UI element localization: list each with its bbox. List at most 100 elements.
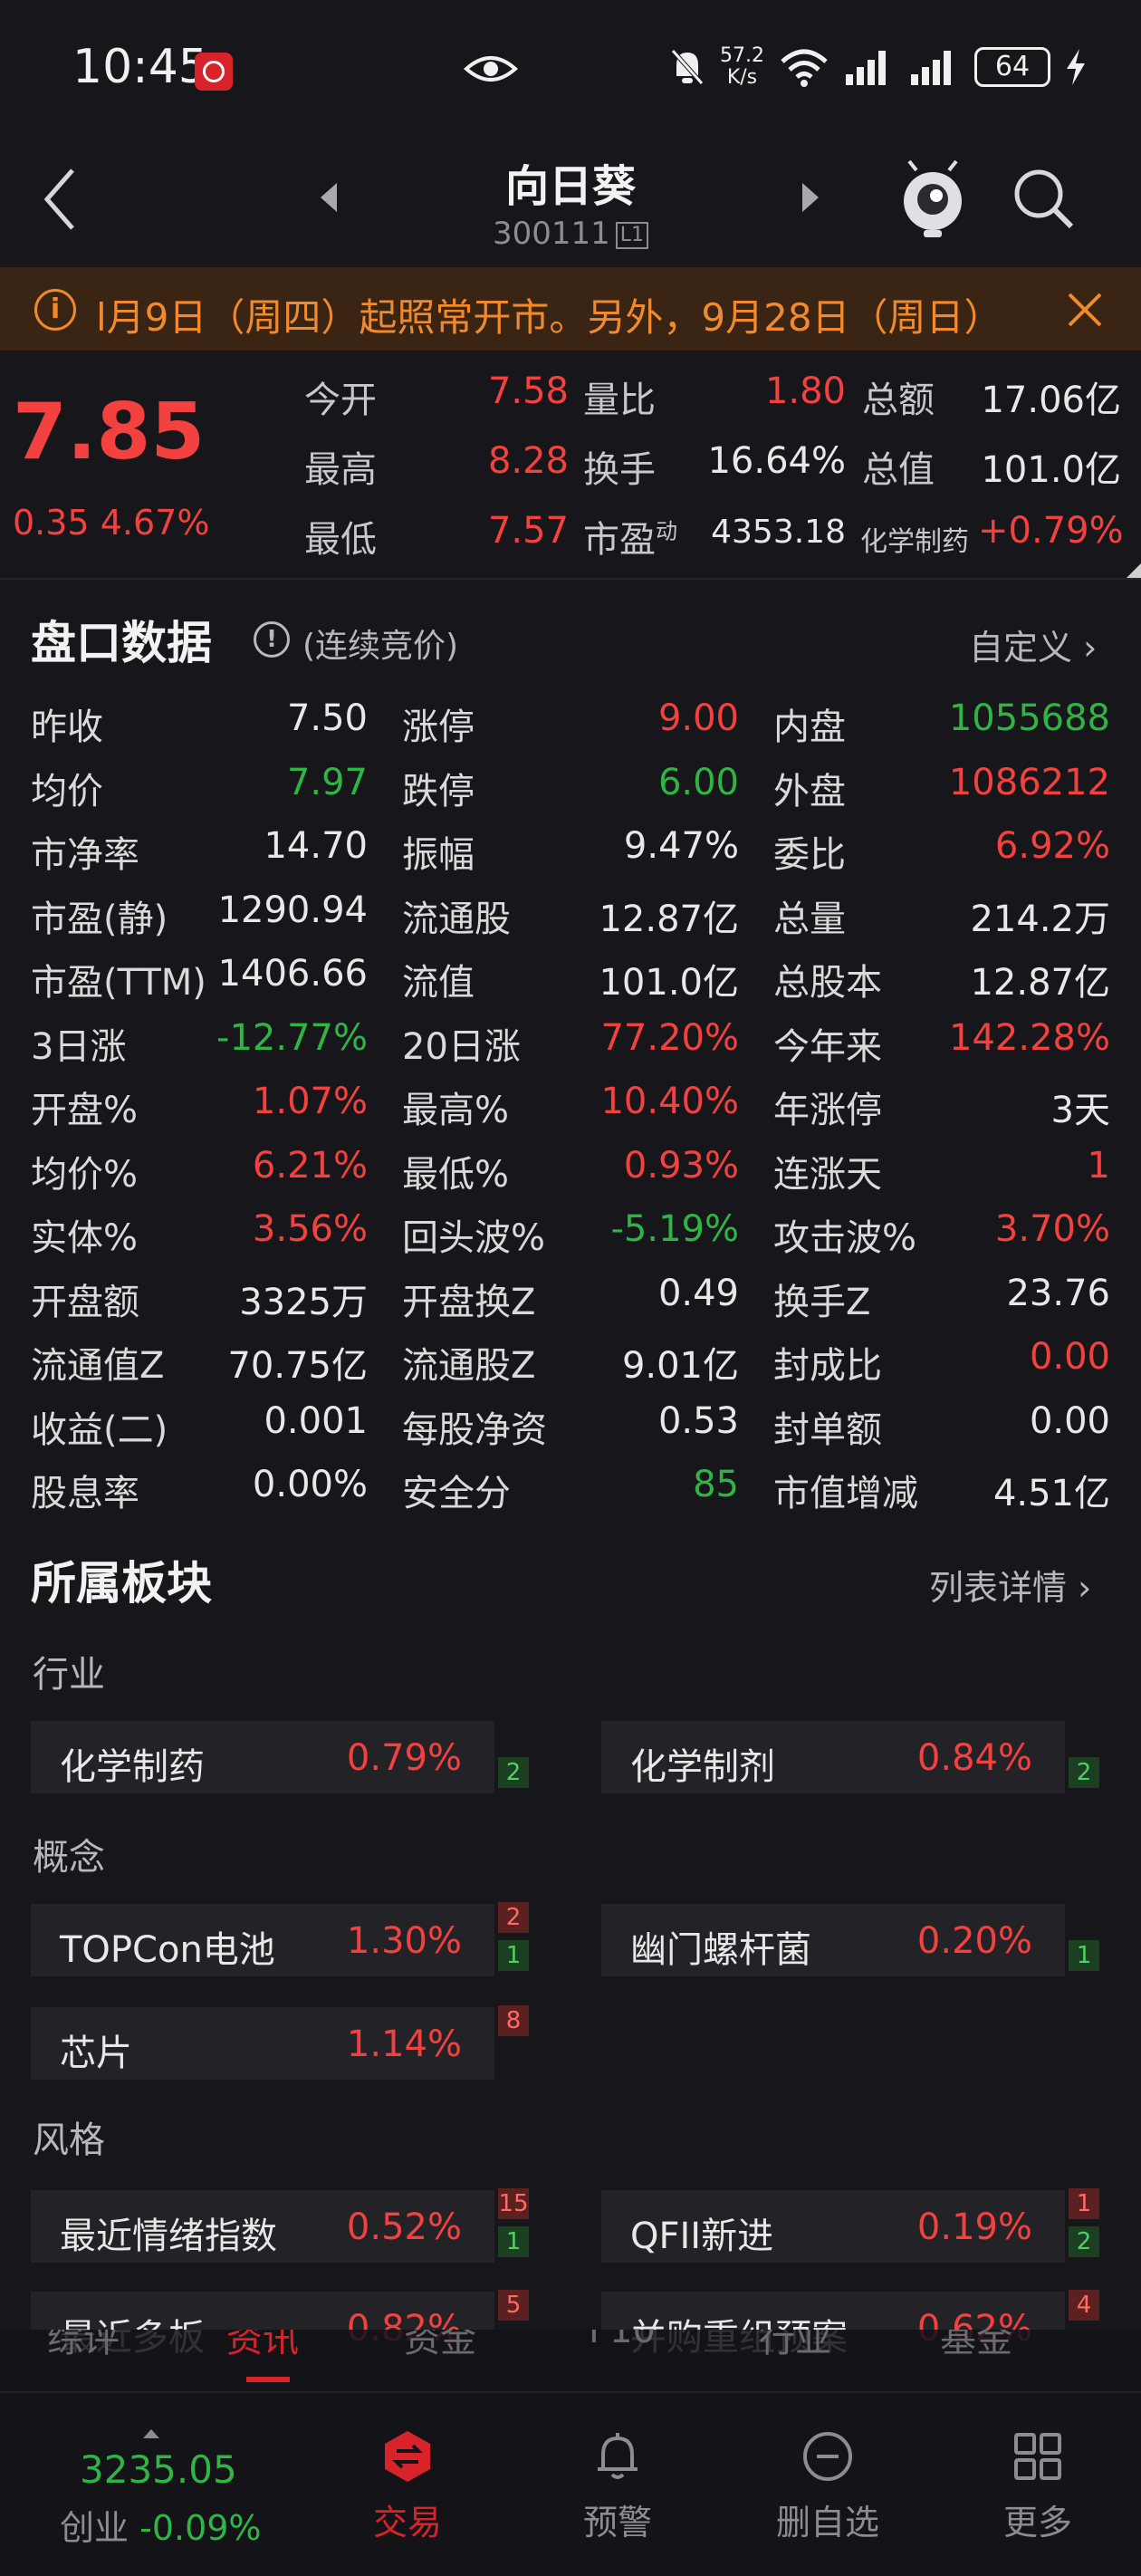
limit-up-count-badge: 15	[498, 2188, 529, 2219]
metric-label: 20日涨	[402, 1025, 521, 1068]
bell-icon	[598, 2433, 638, 2479]
metric-value: 3.56%	[252, 1208, 368, 1250]
level-tag: L1	[615, 221, 649, 249]
metric-value: 6.00	[657, 761, 739, 803]
metric-value: 0.001	[264, 1399, 368, 1442]
metric-label: 连涨天	[773, 1153, 882, 1196]
metric-label: 开盘%	[31, 1090, 139, 1131]
section-title: 盘口数据	[31, 617, 212, 669]
sector-chip[interactable]: 幽门螺杆菌 0.20%	[601, 1904, 1065, 1976]
index-name[interactable]: 创业 -0.09%	[60, 2500, 262, 2550]
quote-value: 8.28	[487, 440, 569, 482]
limit-up-count-badge: 4	[1069, 2290, 1099, 2321]
limit-down-count-badge: 2	[498, 1757, 529, 1788]
quote-value: 4353.18	[711, 514, 846, 551]
sector-name: 化学制药	[60, 1746, 205, 1788]
grid-icon	[1014, 2433, 1061, 2480]
metric-value: 1086212	[948, 761, 1110, 803]
charging-icon	[1067, 49, 1085, 85]
notice-banner[interactable]: i l月9日（周四）起照常开市。另外，9月28日（周日）	[0, 267, 1141, 351]
metric-value: 0.00%	[252, 1464, 368, 1505]
tab-overview[interactable]: 综评	[47, 2330, 120, 2362]
metric-value: 3325万	[239, 1281, 368, 1323]
sector-chip[interactable]: QFII新进 0.19%	[601, 2190, 1065, 2263]
metric-value: 70.75亿	[227, 1345, 368, 1387]
quote-label: 总值	[862, 449, 935, 491]
list-detail-link[interactable]: 列表详情 ›	[929, 1560, 1091, 1610]
metric-label: 外盘	[773, 770, 846, 812]
tab-news[interactable]: 资讯	[226, 2330, 299, 2362]
stock-name: 向日葵	[504, 161, 636, 212]
metric-label: 市盈(静)	[31, 898, 168, 940]
metric-value: 12.87亿	[599, 898, 739, 940]
metric-value: 1.07%	[252, 1081, 368, 1122]
limit-up-count-badge: 2	[498, 1902, 529, 1933]
metric-value: 1	[1087, 1144, 1110, 1187]
index-value[interactable]: 3235.05	[80, 2447, 237, 2492]
metric-label: 最低%	[402, 1153, 510, 1196]
metric-label: 委比	[773, 834, 846, 876]
eye-icon	[464, 56, 518, 82]
sector-name: 化学制剂	[630, 1746, 775, 1788]
nav-alert[interactable]: 预警	[545, 2429, 690, 2544]
metric-label: 均价	[31, 770, 103, 812]
industry-change: +0.79%	[978, 510, 1124, 552]
sector-chip[interactable]: 最近情绪指数 0.52%	[31, 2190, 494, 2263]
price-change: 0.35 4.67%	[13, 503, 210, 543]
section-title: 所属板块	[31, 1557, 212, 1610]
metric-label: 年涨停	[773, 1090, 882, 1131]
trading-mode: (连续竞价)	[302, 628, 459, 665]
expand-corner-icon[interactable]	[1127, 563, 1141, 578]
index-expand-icon[interactable]	[143, 2429, 159, 2438]
metric-value: 9.47%	[623, 825, 739, 867]
sector-chip[interactable]: 芯片 1.14%	[31, 2007, 494, 2080]
detail-tabs: 综评 资讯 资金 F10 行业 基金	[0, 2330, 1141, 2391]
metric-label: 开盘换Z	[402, 1281, 536, 1323]
tab-funds[interactable]: 资金	[404, 2330, 476, 2362]
next-stock-icon[interactable]	[797, 179, 824, 216]
metric-label: 换手Z	[773, 1281, 871, 1323]
tab-fund[interactable]: 基金	[940, 2330, 1012, 2362]
tab-industry[interactable]: 行业	[759, 2330, 831, 2362]
close-icon[interactable]	[1064, 289, 1106, 331]
assistant-robot-icon[interactable]	[896, 158, 969, 239]
mute-bell-icon	[671, 49, 704, 85]
sector-chip[interactable]: 化学制剂 0.84%	[601, 1721, 1065, 1793]
quote-value: 7.58	[487, 370, 569, 412]
metric-label: 涨停	[402, 706, 475, 748]
sector-change: 0.20%	[916, 1920, 1032, 1962]
nav-trade[interactable]: 交易	[335, 2429, 480, 2544]
sector-name: 最近情绪指数	[60, 2216, 277, 2257]
quote-value: 101.0亿	[981, 449, 1121, 491]
industry-name[interactable]: 化学制药	[860, 519, 969, 559]
sector-name: 芯片	[60, 2033, 132, 2074]
metric-value: 214.2万	[970, 898, 1110, 940]
info-icon[interactable]: !	[254, 621, 290, 658]
metric-value: 3.70%	[994, 1208, 1110, 1250]
quote-label: 量比	[583, 380, 656, 421]
metric-label: 安全分	[402, 1473, 511, 1514]
metric-label: 总量	[773, 898, 846, 940]
metric-label: 收益(二)	[31, 1408, 168, 1451]
metric-label: 流值	[402, 962, 475, 1004]
metric-label: 流通值Z	[31, 1345, 165, 1387]
quote-label: 市盈动	[583, 518, 677, 561]
metric-value: 0.00	[1029, 1399, 1110, 1442]
metric-value: 1055688	[948, 697, 1110, 739]
trade-icon	[385, 2431, 430, 2482]
metric-label: 均价%	[31, 1153, 139, 1196]
limit-down-count-badge: 1	[498, 1940, 529, 1971]
metric-label: 股息率	[31, 1473, 139, 1514]
metric-label: 封单额	[773, 1408, 882, 1451]
metric-label: 每股净资	[402, 1408, 547, 1451]
bottom-nav: 3235.05 创业 -0.09% 交易 预警 删自选 更多	[0, 2391, 1141, 2576]
nav-remove-watchlist[interactable]: 删自选	[755, 2429, 900, 2544]
nav-more[interactable]: 更多	[965, 2429, 1110, 2544]
metric-value: 7.97	[286, 761, 368, 803]
sector-chip[interactable]: TOPCon电池 1.30%	[31, 1904, 494, 1976]
search-icon[interactable]	[1010, 165, 1077, 232]
sector-change: 1.30%	[346, 1920, 462, 1962]
sector-chip[interactable]: 化学制药 0.79%	[31, 1721, 494, 1793]
tab-f10[interactable]: F10	[589, 2330, 656, 2351]
customize-link[interactable]: 自定义 ›	[969, 620, 1097, 669]
